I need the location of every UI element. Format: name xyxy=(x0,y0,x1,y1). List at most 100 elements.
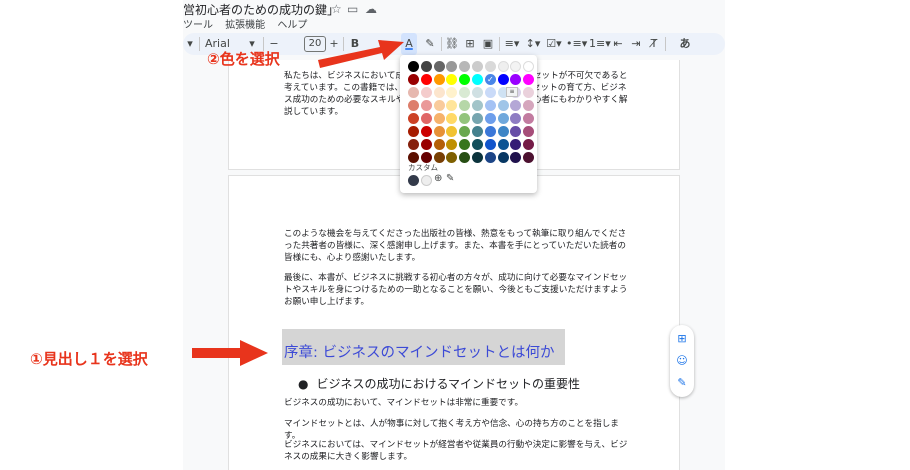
menu-item-extensions[interactable]: 拡張機能 xyxy=(225,20,265,31)
color-swatch[interactable] xyxy=(484,126,496,137)
color-swatch[interactable] xyxy=(510,126,522,137)
color-swatch[interactable] xyxy=(497,126,509,137)
color-swatch[interactable] xyxy=(472,87,483,98)
color-swatch[interactable] xyxy=(433,152,445,163)
color-swatch[interactable] xyxy=(408,126,419,137)
color-swatch[interactable] xyxy=(523,139,535,150)
color-swatch[interactable] xyxy=(408,100,419,111)
color-swatch[interactable] xyxy=(408,87,419,98)
color-swatch[interactable] xyxy=(433,126,445,137)
color-swatch[interactable] xyxy=(420,100,432,111)
color-swatch[interactable] xyxy=(420,61,432,72)
color-swatch[interactable] xyxy=(433,139,445,150)
add-comment-icon[interactable]: ⊞ xyxy=(676,333,688,345)
add-custom-color-icon[interactable]: ⊕ xyxy=(434,173,442,184)
color-swatch[interactable] xyxy=(472,100,483,111)
input-tools-button[interactable]: あ xyxy=(673,33,697,55)
color-swatch[interactable] xyxy=(420,113,432,124)
color-swatch[interactable] xyxy=(510,113,522,124)
color-swatch[interactable] xyxy=(523,87,535,98)
color-swatch[interactable] xyxy=(446,87,458,98)
color-swatch[interactable] xyxy=(497,139,509,150)
color-swatch[interactable] xyxy=(472,61,483,72)
color-swatch[interactable] xyxy=(420,74,432,85)
color-swatch[interactable] xyxy=(420,139,432,150)
color-swatch[interactable] xyxy=(433,61,445,72)
color-swatch[interactable] xyxy=(420,152,432,163)
color-swatch[interactable] xyxy=(408,139,419,150)
color-swatch[interactable] xyxy=(497,152,509,163)
custom-color-swatch[interactable] xyxy=(408,175,419,186)
suggest-edit-icon[interactable]: ✎ xyxy=(676,377,688,389)
highlight-color-icon[interactable]: ✎ xyxy=(423,33,437,55)
insert-link-icon[interactable]: ⛓ xyxy=(445,33,459,55)
custom-color-swatch[interactable] xyxy=(421,175,432,186)
color-swatch[interactable] xyxy=(497,113,509,124)
color-swatch[interactable] xyxy=(459,113,471,124)
color-swatch[interactable] xyxy=(433,74,445,85)
body-paragraph[interactable]: ビジネスの成功において、マインドセットは非常に重要です。 xyxy=(284,397,629,409)
color-swatch[interactable] xyxy=(446,113,458,124)
color-swatch[interactable] xyxy=(446,152,458,163)
acknowledgment-paragraph[interactable]: このような機会を与えてくださった出版社の皆様、熱意をもって執筆に取り組んでくださ… xyxy=(284,228,629,264)
color-swatch[interactable] xyxy=(484,113,496,124)
color-swatch[interactable] xyxy=(472,126,483,137)
color-swatch[interactable] xyxy=(523,113,535,124)
color-swatch[interactable] xyxy=(459,74,471,85)
clear-formatting-icon[interactable]: T̸ xyxy=(647,33,661,55)
insert-comment-icon[interactable]: ⊞ xyxy=(463,33,477,55)
numbered-list-icon[interactable]: 1≡▾ xyxy=(589,33,611,55)
menu-item-tools[interactable]: ツール xyxy=(183,20,213,31)
bold-button[interactable]: B xyxy=(349,33,361,55)
color-swatch[interactable] xyxy=(510,100,522,111)
color-swatch[interactable] xyxy=(472,152,483,163)
color-swatch[interactable] xyxy=(459,126,471,137)
bulleted-list-icon[interactable]: •≡▾ xyxy=(566,33,587,55)
color-swatch[interactable] xyxy=(523,61,535,72)
color-swatch[interactable] xyxy=(484,87,496,98)
color-swatch[interactable] xyxy=(408,152,419,163)
color-swatch[interactable] xyxy=(510,139,522,150)
emoji-icon[interactable]: ☺ xyxy=(676,355,688,367)
color-swatch[interactable] xyxy=(484,152,496,163)
color-swatch[interactable] xyxy=(433,113,445,124)
toolbar-overflow-icon[interactable]: ▾ xyxy=(185,33,195,55)
color-swatch[interactable] xyxy=(446,126,458,137)
color-swatch[interactable] xyxy=(459,100,471,111)
color-swatch[interactable] xyxy=(446,139,458,150)
insert-image-icon[interactable]: ▣ xyxy=(481,33,495,55)
increase-font-size-button[interactable]: + xyxy=(329,33,339,55)
font-size-input[interactable]: 20 xyxy=(304,36,326,52)
color-swatch[interactable] xyxy=(510,61,522,72)
color-swatch[interactable] xyxy=(446,100,458,111)
color-swatch[interactable] xyxy=(523,152,535,163)
color-swatch[interactable] xyxy=(497,61,509,72)
color-swatch[interactable] xyxy=(510,74,522,85)
color-swatch[interactable] xyxy=(420,87,432,98)
color-swatch[interactable] xyxy=(446,74,458,85)
color-swatch[interactable] xyxy=(484,139,496,150)
checklist-icon[interactable]: ☑▾ xyxy=(545,33,563,55)
color-swatch[interactable] xyxy=(433,87,445,98)
color-swatch[interactable]: ✓ xyxy=(484,74,496,85)
cloud-icon[interactable]: ☁ xyxy=(365,2,377,16)
closing-paragraph[interactable]: 最後に、本書が、ビジネスに挑戦する初心者の方々が、成功に向けて必要なマインドセッ… xyxy=(284,272,629,308)
line-spacing-icon[interactable]: ↕▾ xyxy=(524,33,542,55)
decrease-indent-icon[interactable]: ⇤ xyxy=(611,33,625,55)
text-color-button[interactable]: A xyxy=(401,33,417,55)
menu-item-help[interactable]: ヘルプ xyxy=(277,20,307,31)
folder-icon[interactable]: ▭ xyxy=(347,2,358,16)
color-swatch[interactable] xyxy=(510,152,522,163)
align-icon[interactable]: ≡▾ xyxy=(503,33,521,55)
body-paragraph[interactable]: ビジネスにおいては、マインドセットが経営者や従業員の行動や決定に影響を与え、ビジ… xyxy=(284,439,629,463)
color-swatch[interactable] xyxy=(523,100,535,111)
color-swatch[interactable] xyxy=(433,100,445,111)
increase-indent-icon[interactable]: ⇥ xyxy=(629,33,643,55)
color-swatch[interactable] xyxy=(497,100,509,111)
color-swatch[interactable] xyxy=(523,126,535,137)
color-swatch[interactable] xyxy=(446,61,458,72)
color-swatch[interactable] xyxy=(497,74,509,85)
color-swatch[interactable] xyxy=(484,100,496,111)
star-icon[interactable]: ☆ xyxy=(331,2,342,16)
heading2-bullet-item[interactable]: ● ビジネスの成功におけるマインドセットの重要性 xyxy=(298,375,580,392)
